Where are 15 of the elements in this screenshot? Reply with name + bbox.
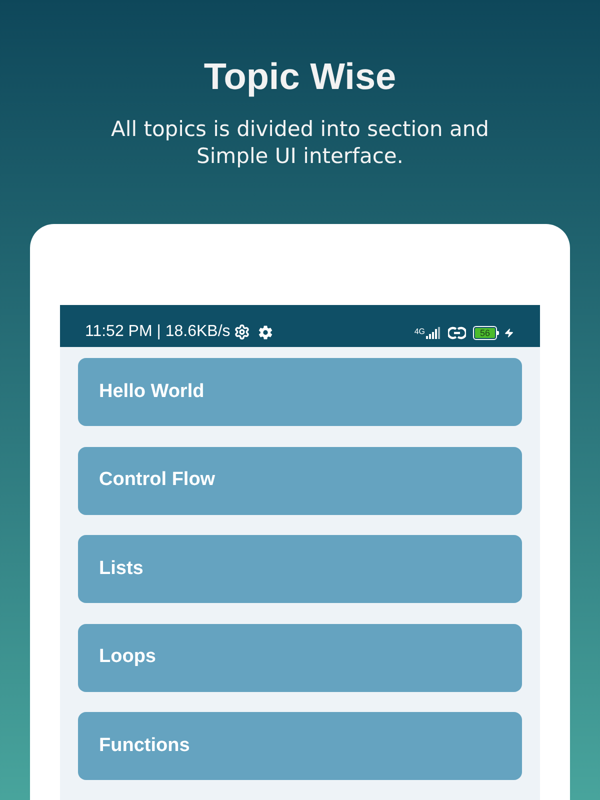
status-time: 11:52 PM | 18.6KB/s (85, 322, 230, 342)
network-type: 4G (414, 327, 425, 336)
topic-item[interactable]: Control Flow (78, 446, 522, 514)
signal-icon (426, 327, 440, 339)
charging-bolt-icon (504, 327, 514, 339)
page-subtitle: All topics is divided into section and Simple UI interface. (110, 116, 490, 170)
topic-item[interactable]: Loops (78, 624, 522, 692)
settings-icon (258, 324, 274, 340)
topic-item[interactable]: Lists (78, 535, 522, 603)
page-title: Topic Wise (204, 55, 396, 99)
topic-item[interactable]: Hello World (78, 358, 522, 426)
gear-icon (234, 324, 250, 340)
link-icon (448, 326, 466, 340)
topic-item[interactable]: Functions (78, 712, 522, 780)
battery-percentage: 56 (474, 328, 495, 338)
